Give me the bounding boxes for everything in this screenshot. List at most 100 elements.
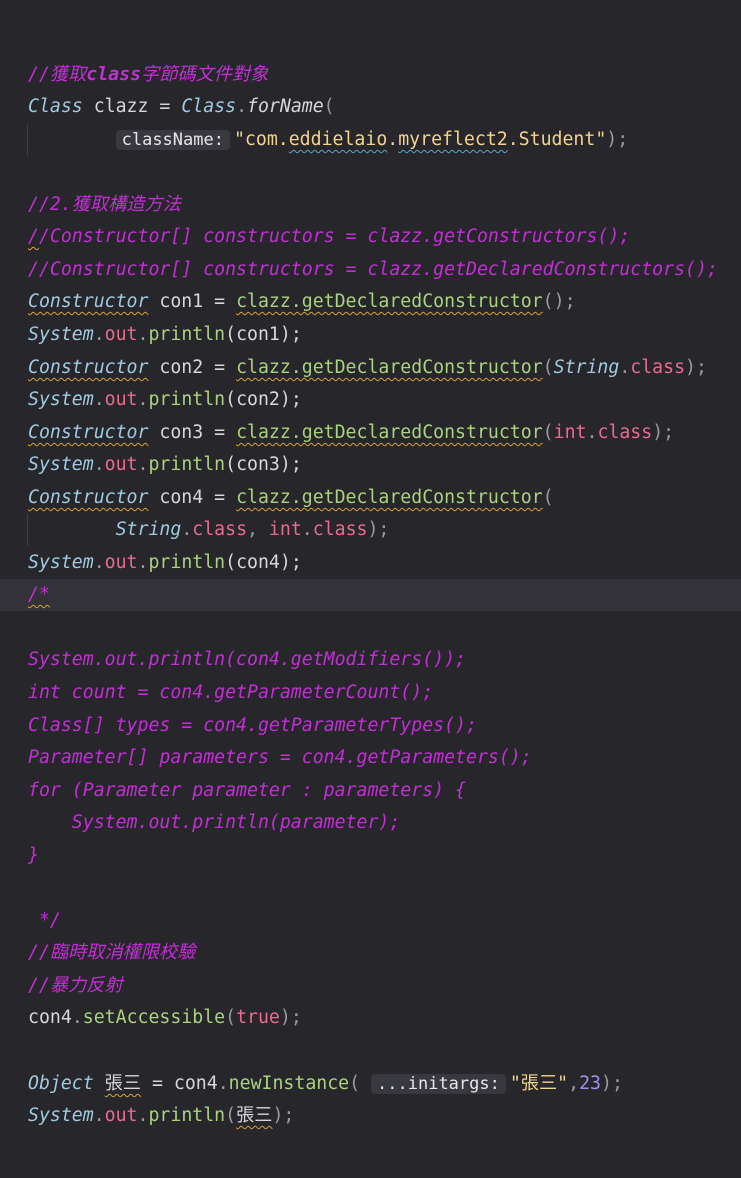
code-token: //暴力反射 [28,975,123,996]
code-token: . [93,324,105,345]
code-token: (con1); [225,324,302,345]
code-token: 字節碼文件對象 [141,64,269,85]
code-token: . [586,422,598,443]
code-token: . [181,519,193,540]
code-token: for (Parameter parameter : parameters) { [28,780,466,801]
parameter-hint: className: [115,130,230,150]
code-line[interactable]: Parameter[] parameters = con4.getParamet… [0,742,741,774]
code-line[interactable]: //Constructor[] constructors = clazz.get… [0,221,741,253]
code-line[interactable]: con4.setAccessible(true); [0,1002,741,1034]
code-token: out [104,552,138,573]
code-token: ); [601,1073,623,1094]
code-token: */ [28,910,61,931]
code-line[interactable] [0,1035,741,1067]
code-line[interactable]: System.out.println(con4); [0,547,741,579]
code-token: clazz.getDeclaredConstructor [236,357,543,378]
code-line[interactable]: //2.獲取構造方法 [0,189,741,221]
code-token: class [597,422,653,443]
code-token: //2.獲取構造方法 [28,194,181,215]
code-token: 23 [579,1073,601,1094]
code-line[interactable]: } [0,840,741,872]
code-token: /* [28,584,50,605]
code-token: . [137,552,149,573]
code-token: ); [606,129,629,150]
code-token: . [619,357,631,378]
code-token: = [141,1073,174,1094]
code-token: . [137,1105,149,1126]
code-line[interactable]: //臨時取消權限校驗 [0,937,741,969]
code-line[interactable]: Constructor con1 = clazz.getDeclaredCons… [0,286,741,318]
code-token: System.out.println(parameter); [28,812,401,833]
code-line[interactable]: Object 張三 = con4.newInstance( ...initarg… [0,1068,741,1100]
code-line[interactable]: System.out.println(con2); [0,384,741,416]
code-token: . [93,1105,105,1126]
code-token: . [301,519,313,540]
code-line[interactable]: System.out.println(張三); [0,1100,741,1132]
code-line[interactable]: System.out.println(parameter); [0,807,741,839]
code-line[interactable]: //暴力反射 [0,970,741,1002]
code-line[interactable]: //獲取class字節碼文件對象 [0,59,741,91]
code-token: con1 = [148,291,237,312]
code-token: System [28,389,94,410]
code-token: . [137,389,149,410]
code-line[interactable]: className: "com.eddielaio.myreflect2.Stud… [0,124,741,156]
code-token: ( [225,1007,237,1028]
code-line[interactable]: System.out.println(con1); [0,319,741,351]
code-token: class [86,64,142,85]
code-token: out [104,454,138,475]
code-line[interactable]: for (Parameter parameter : parameters) { [0,775,741,807]
code-line[interactable]: int count = con4.getParameterCount(); [0,677,741,709]
code-token: clazz [82,96,160,117]
code-line[interactable]: Class clazz = Class.forName( [0,91,741,123]
code-token: out [104,389,138,410]
code-token: clazz.getDeclaredConstructor [236,487,543,508]
code-token: ); [685,357,707,378]
code-token: , [247,519,269,540]
code-token: newInstance [228,1073,350,1094]
code-line[interactable]: System.out.println(con4.getModifiers()); [0,644,741,676]
code-token: forName [247,96,324,117]
code-editor[interactable]: //獲取class字節碼文件對象 Class clazz = Class.forN… [0,0,741,1178]
code-token: "com. [233,129,289,150]
code-line[interactable] [0,612,741,644]
code-token: System.out.println(con4.getModifiers()); [28,649,466,670]
code-token: ( [323,96,335,117]
code-token: println [148,1105,226,1126]
code-token: myreflect2 [398,129,508,150]
code-line[interactable] [0,26,741,58]
code-token: int count = con4.getParameterCount(); [28,682,434,703]
code-line[interactable]: Constructor con2 = clazz.getDeclaredCons… [0,352,741,384]
code-token: Constructor [28,357,149,378]
code-token: con3 = [148,422,237,443]
code-token: Parameter[] parameters = con4.getParamet… [28,747,532,768]
code-token: . [93,389,105,410]
code-token: ( [542,487,554,508]
code-token: System [28,324,94,345]
code-token: 張三 [104,1073,142,1094]
code-token: out [104,1105,138,1126]
code-token: con4 = [148,487,237,508]
code-line[interactable]: Constructor con4 = clazz.getDeclaredCons… [0,482,741,514]
code-line[interactable]: //Constructor[] constructors = clazz.get… [0,254,741,286]
code-line[interactable] [0,156,741,188]
code-token: int [268,519,302,540]
code-line[interactable]: */ [0,905,741,937]
code-token: (); [542,291,576,312]
code-line[interactable]: String.class, int.class); [0,514,741,546]
code-token: //獲取 [28,64,87,85]
code-token: ); [279,1007,302,1028]
code-token: /Constructor[] constructors = clazz.getC… [38,226,631,247]
code-token: (con4); [225,552,302,573]
code-token: con4 [28,1007,72,1028]
code-token: / [28,226,39,247]
code-token: ); [652,422,675,443]
code-line[interactable]: Constructor con3 = clazz.getDeclaredCons… [0,417,741,449]
code-line[interactable]: /* [0,579,741,611]
code-token: } [28,845,39,866]
code-token: clazz.getDeclaredConstructor [236,422,543,443]
code-line[interactable]: System.out.println(con3); [0,449,741,481]
code-line[interactable] [0,872,741,904]
code-line[interactable]: Class[] types = con4.getParameterTypes()… [0,710,741,742]
